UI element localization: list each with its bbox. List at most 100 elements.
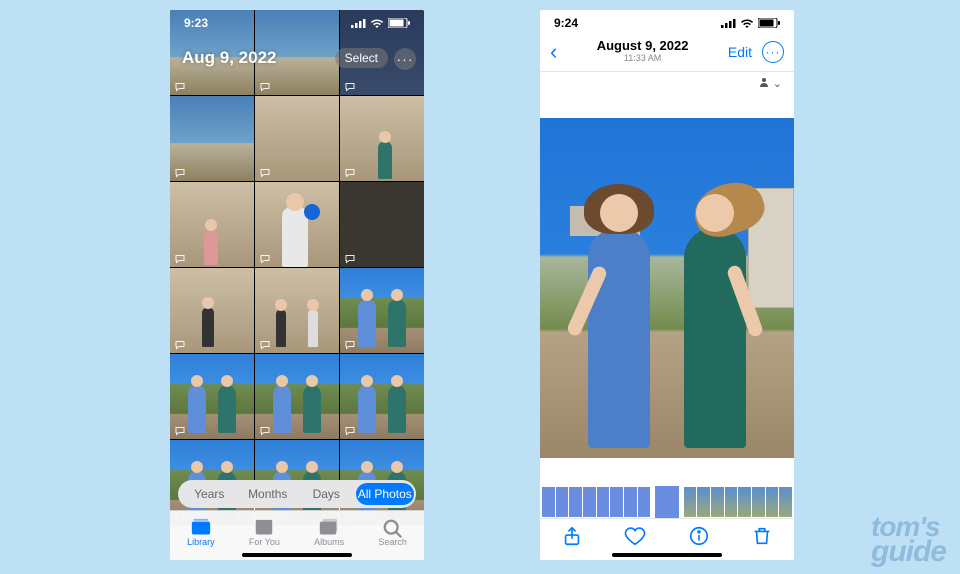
segment-months[interactable]: Months bbox=[239, 483, 298, 505]
date-header: Aug 9, 2022 bbox=[182, 48, 277, 68]
home-indicator[interactable] bbox=[242, 553, 352, 557]
more-button[interactable]: ··· bbox=[394, 48, 416, 70]
photo-grid[interactable] bbox=[170, 10, 424, 486]
tab-search[interactable]: Search bbox=[378, 518, 407, 547]
filmstrip-thumb[interactable] bbox=[779, 487, 792, 517]
segment-days[interactable]: Days bbox=[297, 483, 356, 505]
comment-icon bbox=[259, 338, 271, 350]
wifi-icon bbox=[740, 18, 754, 28]
photo-thumb[interactable] bbox=[340, 96, 424, 181]
photo-thumb[interactable] bbox=[340, 182, 424, 267]
tab-bar: Library For You Albums Search bbox=[170, 510, 424, 560]
photo-thumb[interactable] bbox=[170, 182, 254, 267]
tab-for-you[interactable]: For You bbox=[249, 518, 280, 547]
tab-label: Search bbox=[378, 537, 407, 547]
info-button[interactable] bbox=[688, 525, 710, 547]
status-bar: 9:23 bbox=[170, 10, 424, 32]
edit-button[interactable]: Edit bbox=[728, 44, 752, 60]
photo-thumb[interactable] bbox=[255, 268, 339, 353]
photo-thumb[interactable] bbox=[340, 268, 424, 353]
nav-title: August 9, 2022 11:33 AM bbox=[597, 39, 689, 63]
more-button[interactable]: ··· bbox=[762, 41, 784, 63]
comment-icon bbox=[174, 80, 186, 92]
nav-time: 11:33 AM bbox=[597, 54, 689, 64]
chevron-down-icon: ⌄ bbox=[773, 77, 782, 90]
comment-icon bbox=[259, 166, 271, 178]
albums-icon bbox=[318, 518, 340, 536]
filmstrip-thumb[interactable] bbox=[583, 487, 596, 517]
segment-years[interactable]: Years bbox=[180, 483, 239, 505]
cellular-icon bbox=[351, 18, 366, 28]
comment-icon bbox=[259, 424, 271, 436]
phone-detail-view: 9:24 ‹ August 9, 2022 11:33 AM Edit ··· … bbox=[540, 10, 794, 560]
photo-main[interactable] bbox=[540, 118, 794, 458]
photo-thumb[interactable] bbox=[340, 354, 424, 439]
watermark-line-2: guide bbox=[871, 539, 946, 565]
filmstrip-thumb[interactable] bbox=[752, 487, 765, 517]
view-segments[interactable]: Years Months Days All Photos bbox=[178, 480, 416, 508]
people-row[interactable]: ⌄ bbox=[540, 72, 794, 94]
favorite-button[interactable] bbox=[624, 525, 646, 547]
status-time: 9:23 bbox=[184, 16, 208, 30]
photo-thumb[interactable] bbox=[255, 182, 339, 267]
photo-thumb[interactable] bbox=[255, 96, 339, 181]
tab-albums[interactable]: Albums bbox=[314, 518, 344, 547]
photo-thumb[interactable] bbox=[255, 354, 339, 439]
filmstrip-thumb[interactable] bbox=[610, 487, 623, 517]
comment-icon bbox=[344, 252, 356, 264]
nav-date: August 9, 2022 bbox=[597, 39, 689, 53]
home-indicator[interactable] bbox=[612, 553, 722, 557]
filmstrip-thumb[interactable] bbox=[738, 487, 751, 517]
filmstrip-thumb[interactable] bbox=[684, 487, 697, 517]
phone-library-view: 9:23 Aug 9, 2022 Select ··· Years Months… bbox=[170, 10, 424, 560]
comment-icon bbox=[259, 80, 271, 92]
filmstrip-thumb-current[interactable] bbox=[655, 486, 678, 518]
comment-icon bbox=[259, 252, 271, 264]
comment-icon bbox=[174, 166, 186, 178]
tab-label: Library bbox=[187, 537, 215, 547]
comment-icon bbox=[344, 80, 356, 92]
comment-icon bbox=[344, 424, 356, 436]
search-icon bbox=[382, 518, 404, 536]
share-button[interactable] bbox=[561, 525, 583, 547]
status-bar: 9:24 bbox=[540, 10, 794, 32]
comment-icon bbox=[174, 338, 186, 350]
photo-toolbar bbox=[540, 518, 794, 560]
filmstrip-thumb[interactable] bbox=[766, 487, 779, 517]
filmstrip-thumb[interactable] bbox=[556, 487, 569, 517]
filmstrip-thumb[interactable] bbox=[697, 487, 710, 517]
tab-label: Albums bbox=[314, 537, 344, 547]
watermark: tom's guide bbox=[871, 515, 946, 564]
filmstrip-thumb[interactable] bbox=[569, 487, 582, 517]
comment-icon bbox=[344, 338, 356, 350]
person-icon bbox=[758, 76, 770, 91]
filmstrip-thumb[interactable] bbox=[542, 487, 555, 517]
filmstrip-thumb[interactable] bbox=[711, 487, 724, 517]
photo-thumb[interactable] bbox=[170, 354, 254, 439]
trash-button[interactable] bbox=[751, 525, 773, 547]
comment-icon bbox=[344, 166, 356, 178]
cellular-icon bbox=[721, 18, 736, 28]
status-icons bbox=[721, 18, 780, 28]
filmstrip-thumb[interactable] bbox=[624, 487, 637, 517]
filmstrip-thumb[interactable] bbox=[597, 487, 610, 517]
for-you-icon bbox=[253, 518, 275, 536]
filmstrip[interactable] bbox=[540, 486, 794, 518]
photo-thumb[interactable] bbox=[170, 268, 254, 353]
comment-icon bbox=[174, 252, 186, 264]
tab-library[interactable]: Library bbox=[187, 518, 215, 547]
comment-icon bbox=[174, 424, 186, 436]
photo-thumb[interactable] bbox=[170, 96, 254, 181]
status-time: 9:24 bbox=[554, 16, 578, 30]
filmstrip-thumb[interactable] bbox=[725, 487, 738, 517]
tab-label: For You bbox=[249, 537, 280, 547]
filmstrip-thumb[interactable] bbox=[638, 487, 651, 517]
battery-icon bbox=[758, 18, 780, 28]
select-button[interactable]: Select bbox=[335, 48, 388, 68]
library-icon bbox=[190, 518, 212, 536]
status-icons bbox=[351, 18, 410, 28]
wifi-icon bbox=[370, 18, 384, 28]
back-button[interactable]: ‹ bbox=[550, 39, 557, 65]
nav-bar: ‹ August 9, 2022 11:33 AM Edit ··· bbox=[540, 32, 794, 72]
segment-all-photos[interactable]: All Photos bbox=[356, 483, 415, 505]
